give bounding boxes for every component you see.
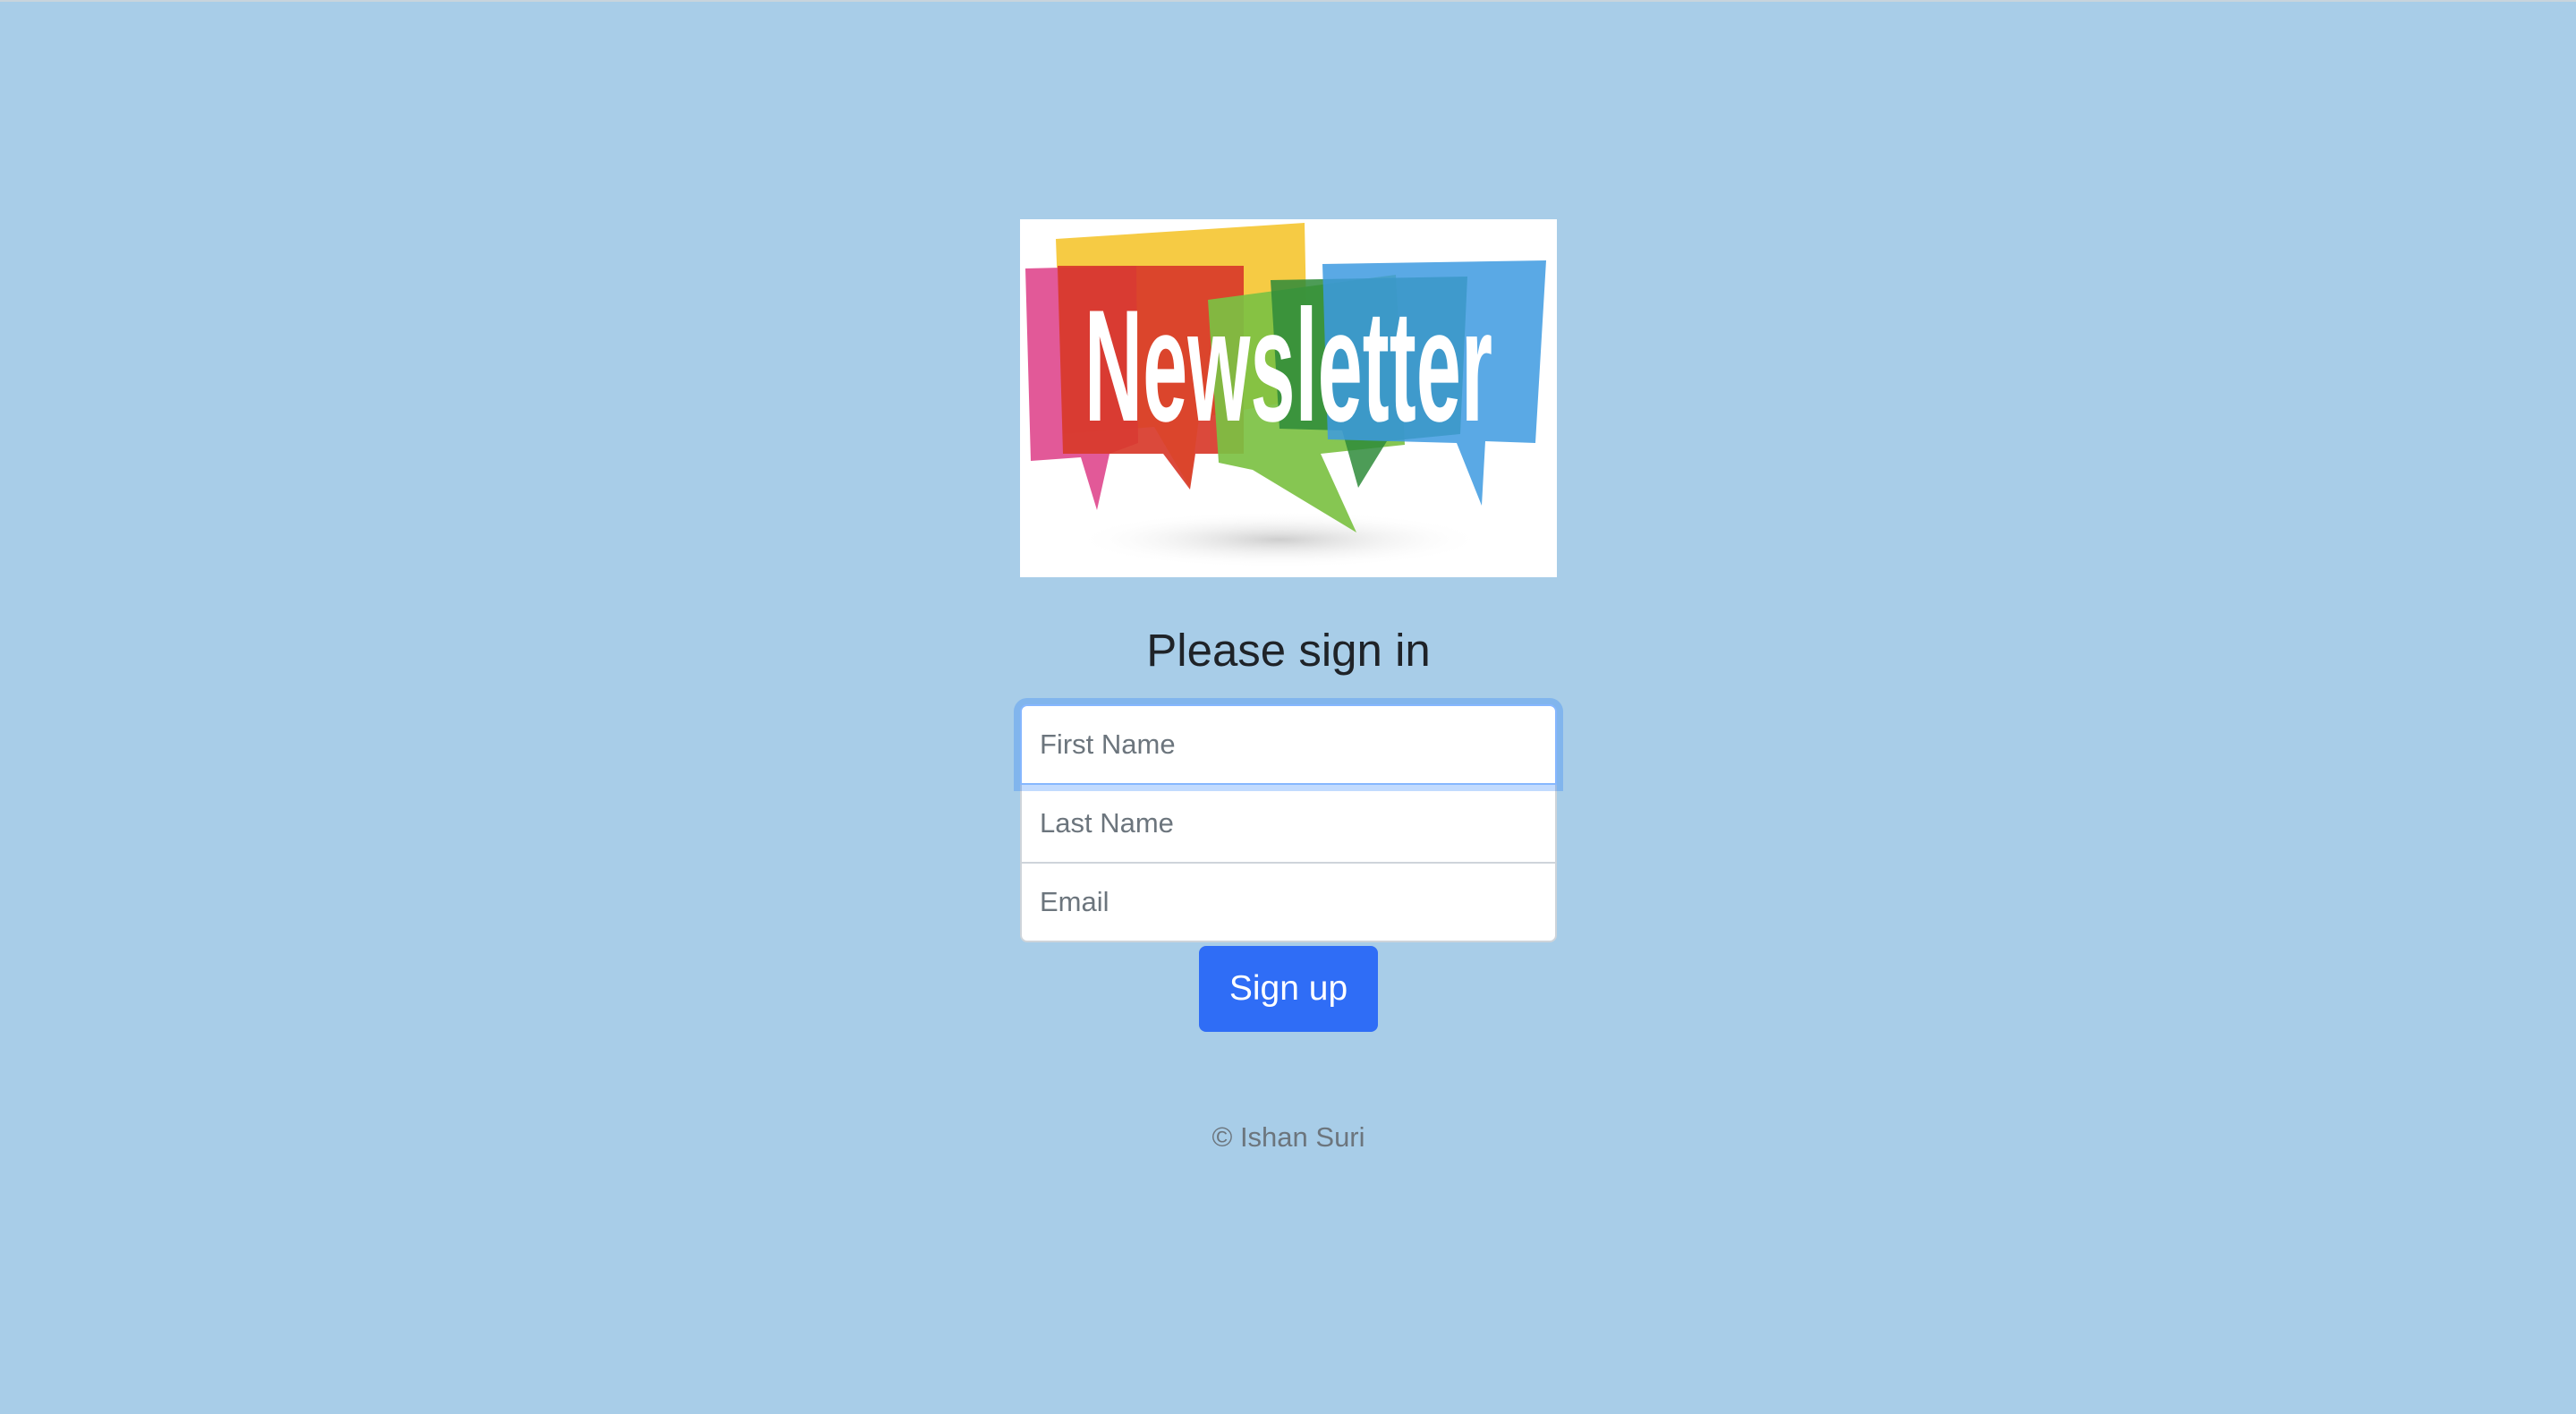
- email-input[interactable]: [1020, 862, 1557, 942]
- last-name-input[interactable]: [1020, 783, 1557, 864]
- logo-text: Newsletter: [1084, 277, 1492, 455]
- signup-form: Newsletter Please sign in Sign up © Isha…: [1020, 219, 1557, 1154]
- form-fields: [1020, 704, 1557, 942]
- top-border: [0, 0, 2576, 2]
- newsletter-logo: Newsletter: [1020, 219, 1557, 577]
- sign-up-button[interactable]: Sign up: [1199, 946, 1378, 1032]
- page-title: Please sign in: [1146, 625, 1431, 676]
- button-row: Sign up: [1020, 946, 1557, 1032]
- first-name-input[interactable]: [1020, 704, 1557, 785]
- copyright-footer: © Ishan Suri: [1211, 1121, 1365, 1153]
